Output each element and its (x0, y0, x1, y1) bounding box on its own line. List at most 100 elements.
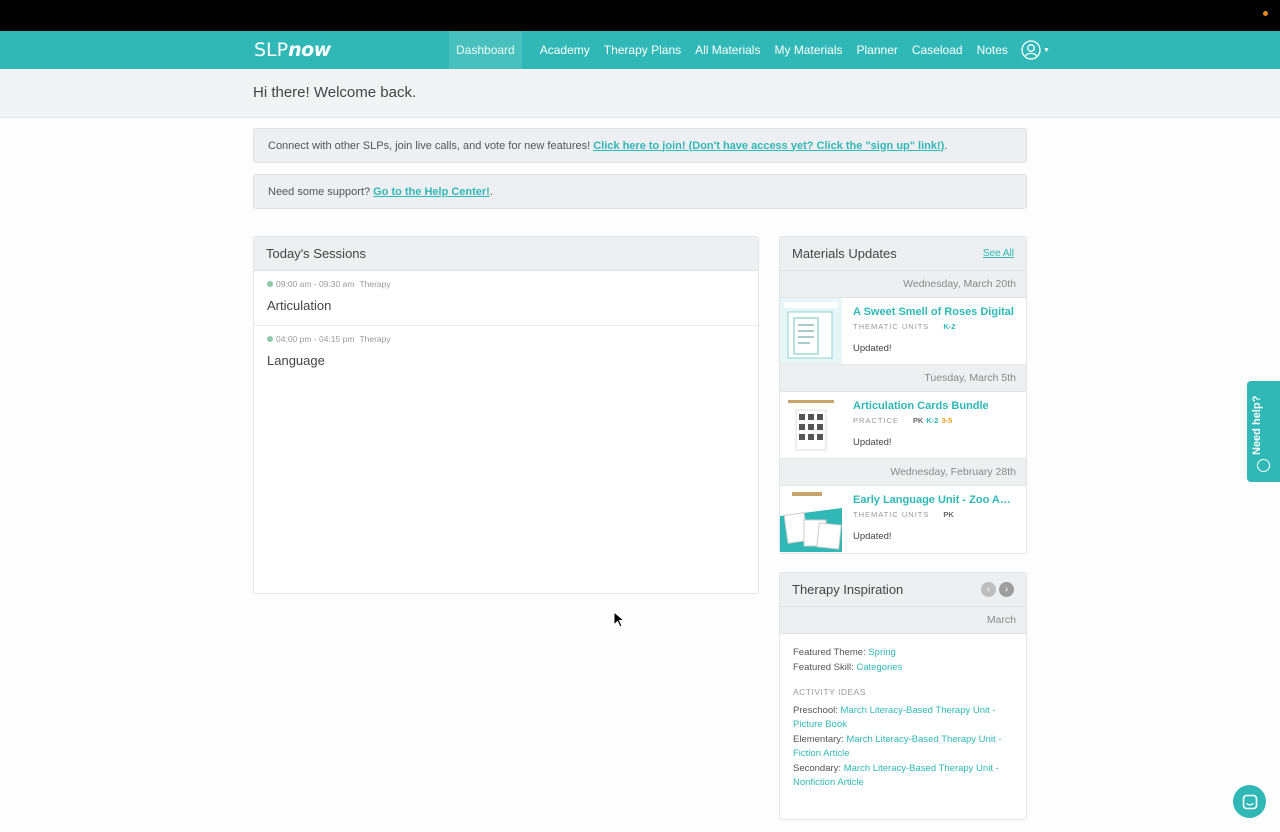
session-status-dot (267, 281, 273, 287)
page-title: Hi there! Welcome back. (253, 84, 417, 101)
material-date: Tuesday, March 5th (780, 365, 1026, 392)
session-time: 04:00 pm - 04:15 pm (276, 334, 355, 344)
chevron-left-icon[interactable]: ‹ (981, 582, 996, 597)
material-status: Updated! (853, 437, 892, 448)
community-join-link[interactable]: Click here to join! (Don't have access y… (593, 140, 944, 152)
logo-now-text: now (288, 39, 331, 61)
material-category: THEMATIC UNITS (853, 322, 930, 331)
activity-level-label: Elementary: (793, 733, 844, 745)
session-type: Therapy (359, 334, 391, 344)
mouse-cursor-icon (613, 611, 625, 628)
nav-dashboard[interactable]: Dashboard (449, 31, 522, 69)
featured-theme-label: Featured Theme: (793, 647, 866, 658)
material-thumbnail (780, 392, 842, 458)
nav-therapy-plans[interactable]: Therapy Plans (597, 31, 688, 69)
logo-slp-text: SLP (254, 39, 289, 61)
material-category: THEMATIC UNITS (853, 510, 930, 519)
material-category-row: THEMATIC UNITS PK (853, 510, 1016, 519)
support-notice: Need some support? Go to the Help Center… (253, 174, 1027, 209)
nav-caseload[interactable]: Caseload (905, 31, 970, 69)
welcome-bar: Hi there! Welcome back. (0, 69, 1280, 118)
session-time: 09:00 am - 09:30 am (276, 279, 355, 289)
material-title[interactable]: Early Language Unit - Zoo Animals (853, 494, 1016, 506)
session-type: Therapy (359, 279, 391, 289)
sessions-title: Today's Sessions (266, 246, 367, 261)
activity-ideas-heading: ACTIVITY IDEAS (793, 687, 866, 697)
activity-idea: Elementary: March Literacy-Based Therapy… (793, 733, 1013, 762)
session-name: Articulation (267, 298, 332, 313)
todays-sessions-panel: Today's Sessions 09:00 am - 09:30 am The… (253, 236, 759, 594)
window-top-bar (0, 0, 1280, 31)
material-info: Early Language Unit - Zoo Animals THEMAT… (842, 486, 1026, 553)
inspiration-nav: ‹ › (981, 582, 1014, 597)
materials-title: Materials Updates (792, 246, 897, 261)
activity-idea: Secondary: March Literacy-Based Therapy … (793, 762, 1013, 791)
chevron-right-icon[interactable]: › (999, 582, 1014, 597)
community-notice-text: Connect with other SLPs, join live calls… (268, 139, 591, 152)
grade-badge: PK (943, 510, 954, 519)
main-navbar: SLP now Dashboard Academy Therapy Plans A… (0, 31, 1280, 69)
featured-skill: Featured Skill: Categories (793, 661, 1013, 676)
session-item[interactable]: 04:00 pm - 04:15 pm Therapy Language (254, 326, 758, 381)
sessions-header: Today's Sessions (254, 237, 758, 271)
material-date: Wednesday, March 20th (780, 271, 1026, 298)
nav-all-materials[interactable]: All Materials (688, 31, 767, 69)
material-info: A Sweet Smell of Roses Digital THEMATIC … (842, 298, 1026, 364)
slp-now-logo[interactable]: SLP now (254, 39, 331, 61)
support-notice-text: Need some support? (268, 185, 371, 198)
community-notice-end: . (944, 139, 948, 152)
material-date: Wednesday, February 28th (780, 459, 1026, 486)
featured-theme-link[interactable]: Spring (868, 647, 895, 658)
session-item[interactable]: 09:00 am - 09:30 am Therapy Articulation (254, 271, 758, 326)
see-all-link[interactable]: See All (983, 248, 1014, 259)
inspiration-header: Therapy Inspiration ‹ › (780, 573, 1026, 607)
materials-updates-panel: Materials Updates See All Wednesday, Mar… (779, 236, 1027, 554)
material-status: Updated! (853, 343, 892, 354)
material-item[interactable]: Early Language Unit - Zoo Animals THEMAT… (780, 486, 1026, 553)
material-title[interactable]: Articulation Cards Bundle (853, 400, 1016, 412)
activity-level-label: Secondary: (793, 762, 842, 774)
grade-badge: 3-5 (941, 416, 953, 425)
user-menu[interactable]: ▼ (1021, 40, 1050, 60)
activity-level-label: Preschool: (793, 704, 838, 716)
chat-launcher-button[interactable] (1233, 785, 1266, 818)
material-category-row: THEMATIC UNITS K-2 (853, 322, 1016, 331)
nav-my-materials[interactable]: My Materials (767, 31, 849, 69)
material-thumbnail (780, 486, 842, 552)
help-center-link[interactable]: Go to the Help Center! (373, 186, 490, 198)
activity-idea: Preschool: March Literacy-Based Therapy … (793, 704, 1013, 733)
need-help-label: Need help? (1251, 395, 1263, 455)
featured-skill-label: Featured Skill: (793, 661, 854, 673)
material-item[interactable]: Articulation Cards Bundle PRACTICE PK K-… (780, 392, 1026, 459)
material-info: Articulation Cards Bundle PRACTICE PK K-… (842, 392, 1026, 458)
need-help-tab[interactable]: Need help? (1247, 381, 1280, 482)
material-category-row: PRACTICE PK K-2 3-5 (853, 416, 1016, 425)
material-category: PRACTICE (853, 416, 899, 425)
inspiration-body: Featured Theme: Spring Featured Skill: C… (780, 634, 1026, 803)
grade-badge: K-2 (926, 416, 939, 425)
session-status-dot (267, 336, 273, 342)
nav-menu: Dashboard Academy Therapy Plans All Mate… (449, 31, 1050, 69)
grade-badge: K-2 (943, 322, 956, 331)
community-notice: Connect with other SLPs, join live calls… (253, 128, 1027, 163)
inspiration-title: Therapy Inspiration (792, 582, 904, 597)
session-meta: 09:00 am - 09:30 am Therapy (267, 279, 745, 289)
chat-icon (1242, 794, 1257, 809)
material-status: Updated! (853, 531, 892, 542)
material-title[interactable]: A Sweet Smell of Roses Digital (853, 306, 1016, 318)
user-avatar-icon (1021, 40, 1041, 60)
nav-academy[interactable]: Academy (533, 31, 597, 69)
material-item[interactable]: A Sweet Smell of Roses Digital THEMATIC … (780, 298, 1026, 365)
session-meta: 04:00 pm - 04:15 pm Therapy (267, 334, 745, 344)
session-name: Language (267, 353, 325, 368)
nav-planner[interactable]: Planner (850, 31, 905, 69)
status-dot (1263, 11, 1268, 16)
inspiration-month: March (780, 607, 1026, 634)
featured-skill-link[interactable]: Categories (856, 662, 902, 673)
materials-header: Materials Updates See All (780, 237, 1026, 271)
grade-badge: PK (912, 416, 924, 425)
material-thumbnail (780, 298, 842, 364)
therapy-inspiration-panel: Therapy Inspiration ‹ › March Featured T… (779, 572, 1027, 820)
nav-notes[interactable]: Notes (970, 31, 1015, 69)
smile-icon (1257, 459, 1270, 472)
